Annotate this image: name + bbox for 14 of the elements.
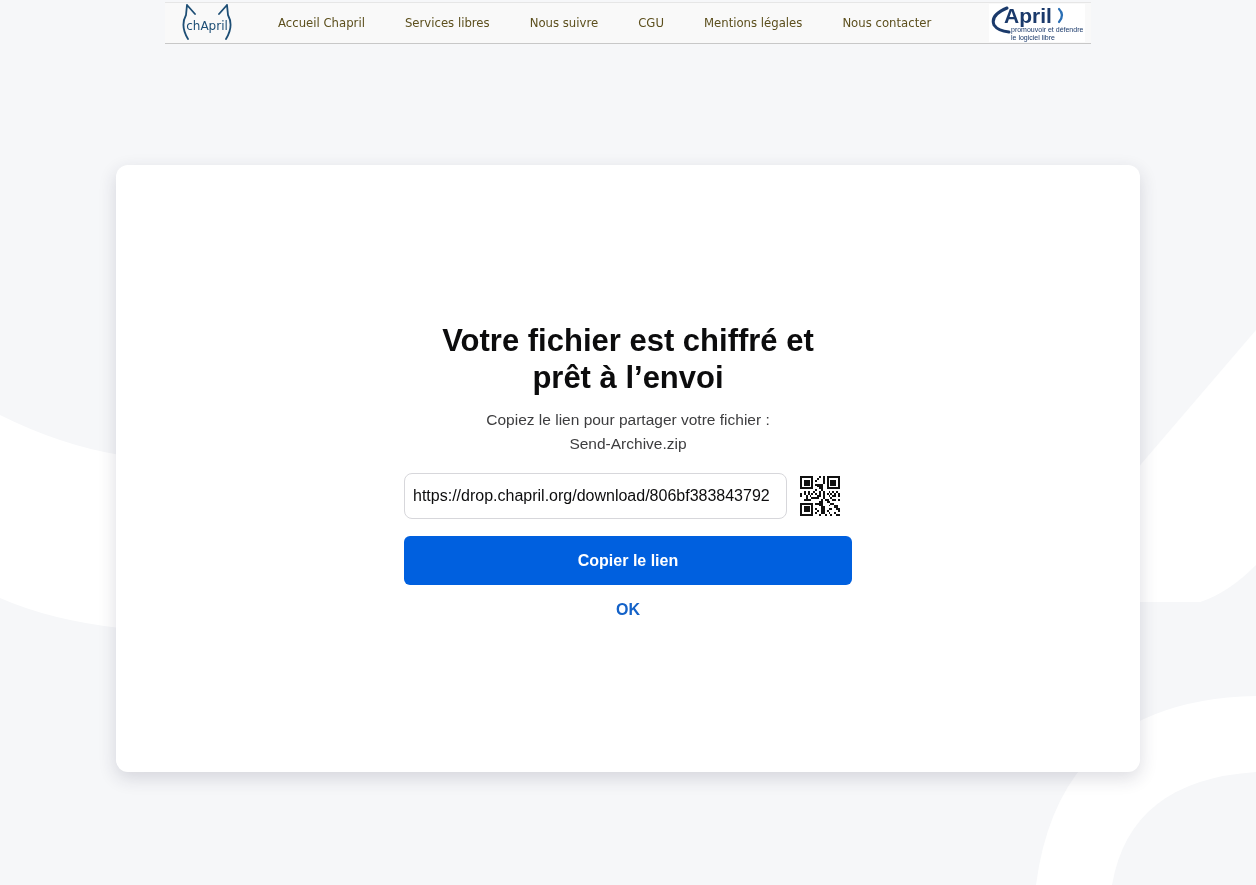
chapril-logo[interactable]: chApril bbox=[179, 3, 235, 43]
file-name: Send-Archive.zip bbox=[569, 434, 687, 454]
link-field[interactable]: https://drop.chapril.org/download/806bf383843792 bbox=[404, 473, 787, 519]
nav-link[interactable]: Nous contacter bbox=[842, 16, 932, 30]
copy-link-button[interactable]: Copier le lien bbox=[404, 536, 852, 585]
nav-link[interactable]: Nous suivre bbox=[529, 16, 599, 30]
share-instructions: Copiez le lien pour partager votre fichier : bbox=[486, 410, 770, 430]
nav-link[interactable]: Accueil Chapril bbox=[278, 16, 365, 30]
nav-link[interactable]: Mentions légales bbox=[703, 16, 803, 30]
card-title: Votre fichier est chiffré et prêt à l’envoi bbox=[441, 322, 815, 396]
ok-link[interactable]: OK bbox=[616, 601, 640, 619]
qr-code-icon[interactable] bbox=[800, 476, 840, 516]
nav-link[interactable]: CGU bbox=[638, 16, 664, 30]
nav-link[interactable]: Services libres bbox=[404, 16, 490, 30]
